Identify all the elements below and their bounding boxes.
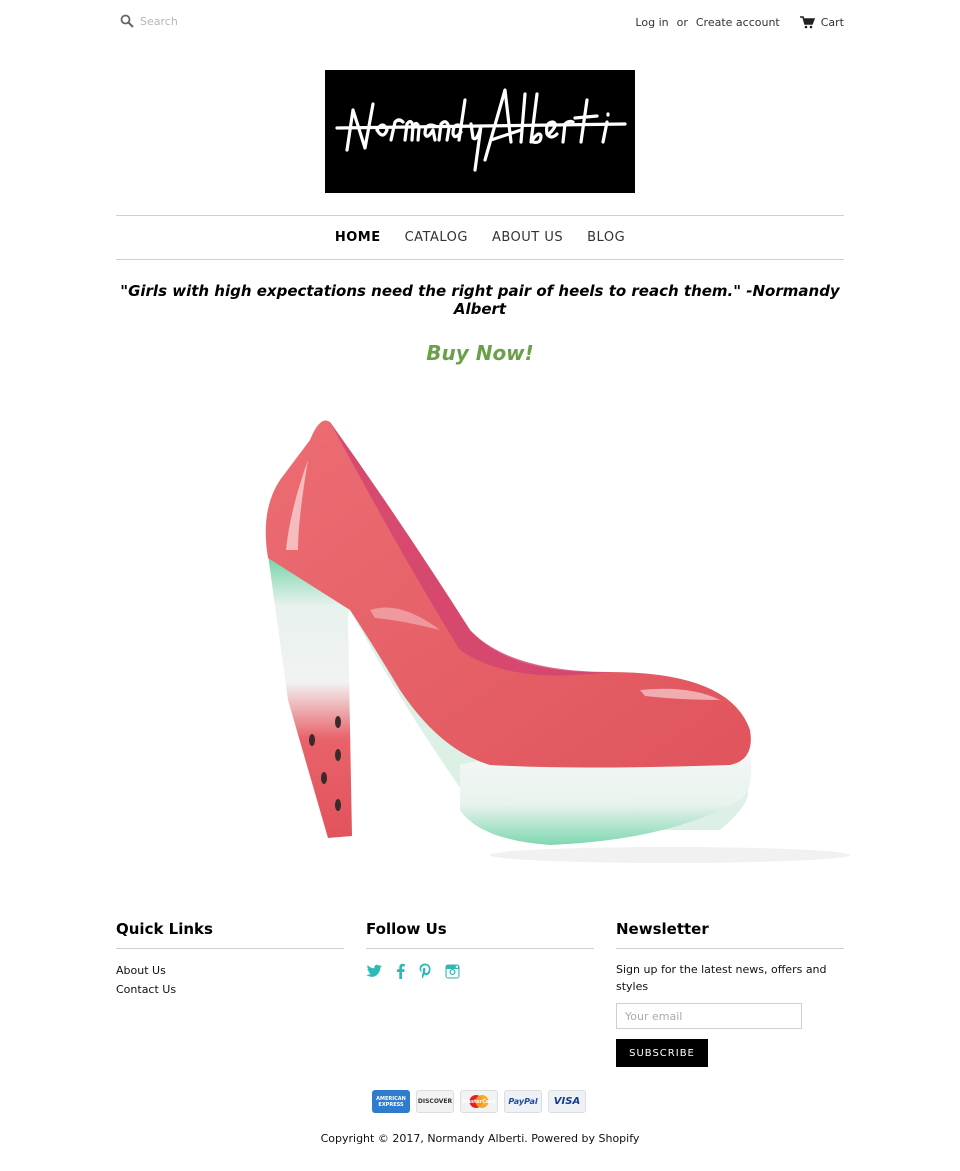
- account-links: Log in or Create account Cart: [635, 16, 844, 29]
- buy-now-link[interactable]: Buy Now!: [116, 341, 844, 365]
- instagram-icon[interactable]: [445, 964, 460, 979]
- follow-us-divider: [366, 948, 594, 949]
- cart-link[interactable]: Cart: [799, 16, 844, 29]
- newsletter-title: Newsletter: [616, 920, 709, 938]
- or-text: or: [676, 16, 688, 29]
- logo-script-mark: [335, 88, 627, 172]
- visa-icon: VISA: [548, 1090, 586, 1113]
- brand-quote: "Girls with high expectations need the r…: [120, 282, 840, 318]
- footer-follow-us: Follow Us: [366, 920, 594, 979]
- subscribe-button[interactable]: SUBSCRIBE: [616, 1039, 708, 1067]
- cart-icon: [799, 16, 815, 29]
- pinterest-icon[interactable]: [419, 963, 431, 979]
- footer-newsletter: Newsletter Sign up for the latest news, …: [616, 920, 844, 1067]
- search-icon[interactable]: [120, 14, 134, 28]
- brand-logo[interactable]: [325, 70, 635, 193]
- twitter-icon[interactable]: [366, 964, 382, 978]
- follow-us-title: Follow Us: [366, 920, 447, 938]
- footer-quick-links: Quick Links About Us Contact Us: [116, 920, 344, 999]
- login-link[interactable]: Log in: [635, 16, 668, 29]
- nav-blog[interactable]: BLOG: [587, 230, 625, 245]
- newsletter-text: Sign up for the latest news, offers and …: [616, 963, 827, 993]
- quick-links-title: Quick Links: [116, 920, 213, 938]
- footer-link-contact-us[interactable]: Contact Us: [116, 980, 344, 999]
- paypal-icon: PayPal: [504, 1090, 542, 1113]
- nav-about-us[interactable]: ABOUT US: [492, 230, 563, 245]
- discover-icon: DISCOVER: [416, 1090, 454, 1113]
- mastercard-icon: MasterCard: [460, 1090, 498, 1113]
- amex-icon: AMERICAN EXPRESS: [372, 1090, 410, 1113]
- nav-catalog[interactable]: CATALOG: [405, 230, 468, 245]
- nav-bottom-divider: [116, 259, 844, 260]
- hero-shoe-image[interactable]: [250, 400, 850, 870]
- footer-link-about-us[interactable]: About Us: [116, 961, 344, 980]
- payment-icons: AMERICAN EXPRESS DISCOVER MasterCard Pay…: [372, 1090, 586, 1113]
- newsletter-email-input[interactable]: [616, 1003, 802, 1029]
- cart-label: Cart: [820, 16, 844, 29]
- search-input[interactable]: [140, 14, 280, 28]
- create-account-link[interactable]: Create account: [696, 16, 780, 29]
- quick-links-divider: [116, 948, 344, 949]
- newsletter-divider: [616, 948, 844, 949]
- copyright-text: Copyright © 2017, Normandy Alberti. Powe…: [320, 1132, 640, 1145]
- facebook-icon[interactable]: [396, 963, 405, 979]
- main-nav: HOME CATALOG ABOUT US BLOG: [116, 216, 844, 259]
- nav-home[interactable]: HOME: [335, 230, 381, 245]
- search-form: [120, 14, 280, 28]
